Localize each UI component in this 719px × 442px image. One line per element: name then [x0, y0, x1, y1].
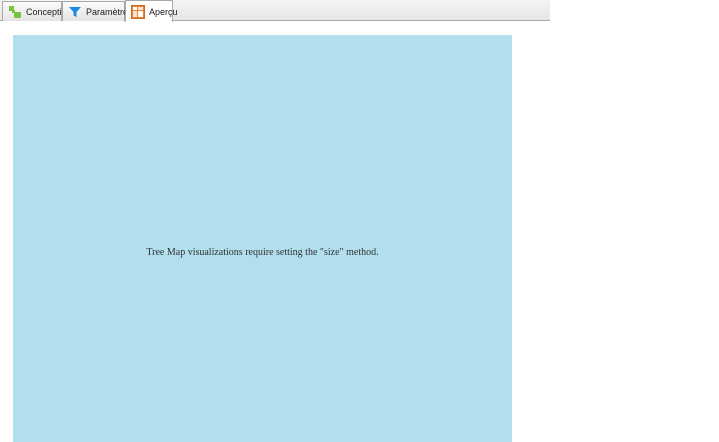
- design-icon: [9, 5, 21, 18]
- filter-icon: [69, 6, 81, 17]
- tab-apercu[interactable]: Aperçu: [125, 0, 178, 22]
- treemap-preview-panel: Tree Map visualizations require setting …: [13, 35, 512, 442]
- tab-bar: Conception Paramètres Aperçu: [0, 0, 550, 22]
- preview-icon: [131, 4, 145, 19]
- treemap-error-message: Tree Map visualizations require setting …: [146, 247, 379, 258]
- tab-apercu-label: Aperçu: [149, 6, 178, 17]
- tab-parametres[interactable]: Paramètres: [62, 1, 133, 21]
- tab-conception[interactable]: Conception: [2, 1, 72, 21]
